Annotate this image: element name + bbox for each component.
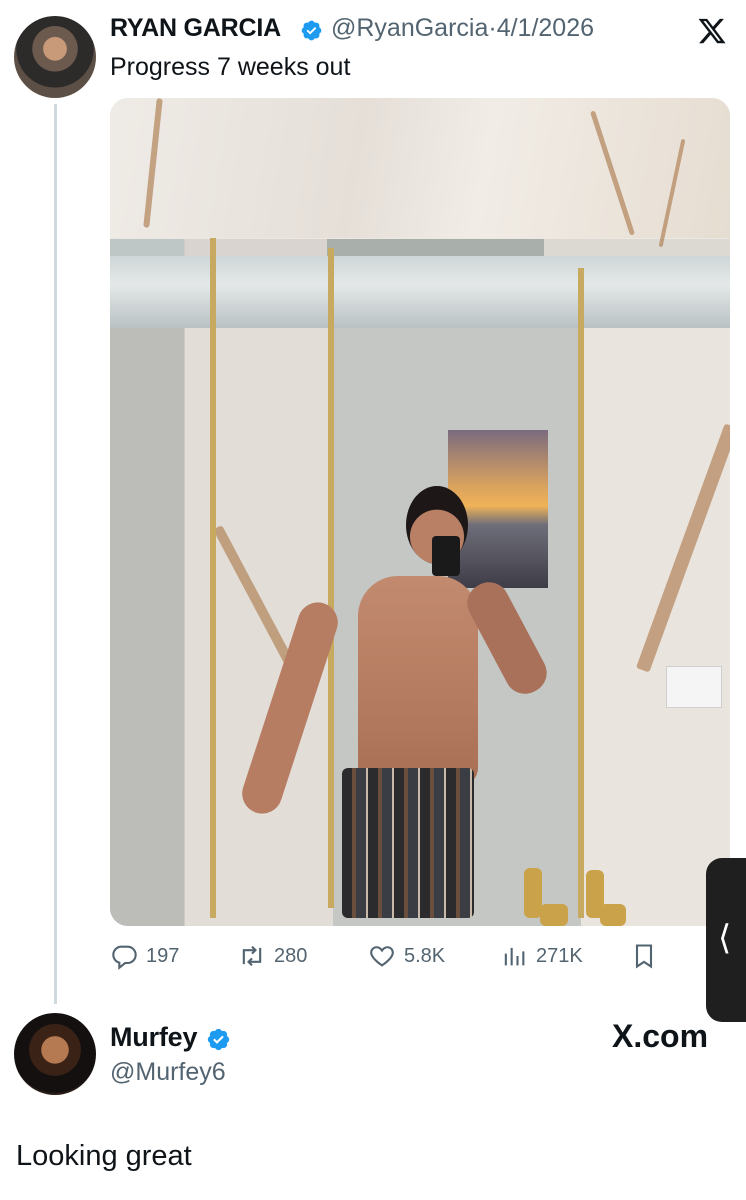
faucet [540, 904, 568, 926]
tweet-actions: 197 280 5.8K 271K [110, 942, 730, 972]
like-button[interactable]: 5.8K [368, 942, 445, 970]
repost-count: 280 [274, 944, 308, 967]
verified-badge-icon [207, 1028, 230, 1051]
reply-text: Looking great [16, 1140, 192, 1172]
tweet-text: Progress 7 weeks out [110, 53, 351, 81]
reply-count: 197 [146, 944, 180, 967]
date-separator: · [488, 14, 497, 42]
mirror-shelf [110, 256, 730, 328]
author-handle-date[interactable]: @RyanGarcia·4/1/2026 [331, 14, 594, 43]
faucet [600, 904, 626, 926]
heart-icon [370, 946, 394, 967]
person-torso [358, 576, 478, 786]
repost-button[interactable]: 280 [238, 942, 307, 970]
author-name[interactable]: RYAN GARCIA [110, 14, 281, 43]
like-count: 5.8K [404, 944, 446, 967]
marble-wall-top [110, 98, 730, 238]
plaid-shorts [342, 768, 474, 918]
reply-author-name[interactable]: Murfey [110, 1022, 198, 1053]
side-drawer-tab[interactable]: ⟨ [706, 858, 746, 1022]
bar-chart-icon [504, 947, 525, 966]
xcom-watermark: X.com [612, 1018, 709, 1054]
door-frame [210, 238, 216, 918]
bookmark-icon [635, 944, 653, 969]
tweet-date[interactable]: 4/1/2026 [497, 14, 594, 42]
reply-icon [112, 945, 137, 970]
verified-badge-icon [301, 20, 322, 41]
phone [432, 536, 460, 576]
bookmark-button[interactable] [630, 942, 658, 970]
views-count: 271K [536, 944, 583, 967]
thread-line [54, 104, 57, 1004]
views-button[interactable]: 271K [500, 942, 583, 970]
murfey-avatar[interactable] [14, 1013, 96, 1095]
chevron-left-icon: ⟨ [718, 919, 732, 957]
tweet-photo[interactable] [110, 98, 730, 926]
door-frame [328, 248, 334, 908]
reply-button[interactable]: 197 [110, 942, 179, 970]
reply-author-handle[interactable]: @Murfey6 [110, 1058, 226, 1087]
x-logo-icon[interactable] [696, 16, 728, 46]
door-frame [578, 268, 584, 918]
repost-icon [242, 945, 262, 967]
ryan-avatar[interactable] [14, 16, 96, 98]
light-switch [666, 666, 722, 708]
author-handle[interactable]: @RyanGarcia [331, 14, 488, 42]
